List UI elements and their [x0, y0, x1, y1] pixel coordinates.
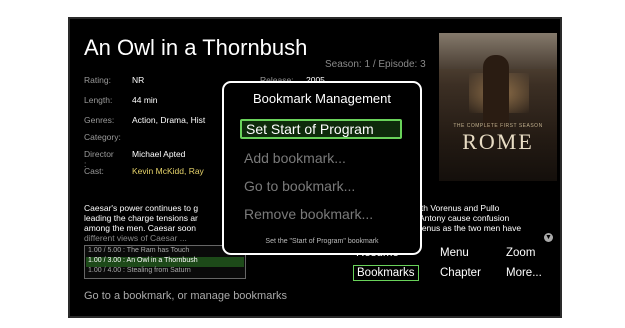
description-line: Antony cause confusion [419, 213, 510, 223]
chapter-button[interactable]: Chapter [440, 267, 481, 279]
description-line: ith Vorenus and Pullo [419, 203, 500, 213]
bookmark-list[interactable]: 1.00 / 5.00 : The Ram has Touch 1.00 / 3… [84, 245, 246, 279]
detail-key: Genres: [84, 115, 115, 125]
menu-button[interactable]: Menu [440, 247, 469, 259]
bookmark-management-dialog: Bookmark Management Set Start of Program… [222, 81, 422, 255]
bookmark-item-label: 1.00 / 3.00 : An Owl in a Thornbush [88, 257, 198, 264]
zoom-button[interactable]: Zoom [506, 247, 535, 259]
poster-image: THE COMPLETE FIRST SEASON ROME [439, 33, 557, 181]
detail-value: NR [132, 75, 145, 85]
description-line: Caesar's power continues to g [84, 203, 199, 213]
scroll-down-icon[interactable]: ▼ [544, 233, 553, 242]
detail-value: Michael Apted [132, 149, 186, 159]
detail-key: Rating: [84, 75, 111, 85]
footer-hint: Go to a bookmark, or manage bookmarks [84, 290, 287, 302]
poster-figure [483, 55, 509, 129]
description-line: leading the charge tensions ar [84, 213, 198, 223]
dialog-title: Bookmark Management [252, 91, 391, 106]
bookmarks-button[interactable]: Bookmarks [353, 265, 419, 281]
bookmark-item-label: 1.00 / 5.00 : The Ram has Touch [88, 247, 190, 254]
detail-key: Cast: [84, 166, 104, 176]
detail-value: Action, Drama, Hist [132, 115, 206, 125]
detail-value: Kevin McKidd, Ray [132, 166, 204, 176]
media-player-screen: An Owl in a Thornbush Season: 1 / Episod… [68, 17, 562, 318]
dialog-hint: Set the "Start of Program" bookmark [265, 238, 379, 245]
detail-key: Category: [84, 132, 121, 142]
remove-bookmark-option[interactable]: Remove bookmark... [240, 204, 402, 224]
more-button[interactable]: More... [506, 267, 542, 279]
poster-logo: ROME [462, 129, 534, 154]
description-line: renus as the two men have [419, 223, 522, 233]
bookmark-item[interactable]: 1.00 / 5.00 : The Ram has Touch [86, 247, 244, 257]
description-line: different views of Caesar ... [84, 233, 187, 243]
detail-key: Length: [84, 95, 113, 105]
bookmark-item-selected[interactable]: 1.00 / 3.00 : An Owl in a Thornbush [86, 257, 244, 267]
season-episode-label: Season: 1 / Episode: 3 [325, 59, 426, 70]
bookmark-item-label: 1.00 / 4.00 : Stealing from Saturn [88, 267, 191, 274]
go-to-bookmark-option[interactable]: Go to bookmark... [240, 176, 402, 196]
program-title: An Owl in a Thornbush [84, 35, 308, 60]
detail-value: 44 min [132, 95, 158, 105]
set-start-of-program-option[interactable]: Set Start of Program [240, 119, 402, 139]
add-bookmark-option[interactable]: Add bookmark... [240, 148, 402, 168]
description-line: among the men. Caesar soon [84, 223, 196, 233]
bookmark-item[interactable]: 1.00 / 4.00 : Stealing from Saturn [86, 267, 244, 277]
